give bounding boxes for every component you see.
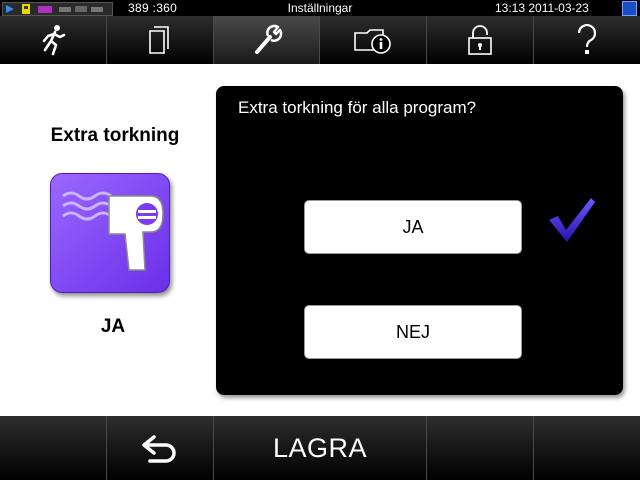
datetime: 13:13 2011-03-23	[495, 1, 589, 15]
bottom-empty-slot-2	[427, 416, 534, 480]
bottom-empty-slot-1	[0, 416, 107, 480]
question-panel: Extra torkning för alla program? JA NEJ	[216, 86, 623, 395]
folder-info-icon	[354, 29, 392, 54]
top-nav	[0, 16, 640, 64]
nav-settings-button[interactable]	[213, 16, 321, 64]
no-button[interactable]: NEJ	[304, 305, 522, 359]
nav-documents-button[interactable]	[107, 16, 214, 64]
device-icons	[59, 6, 103, 12]
feature-current-value: JA	[100, 316, 126, 337]
padlock-icon	[468, 25, 493, 55]
nav-program-button[interactable]	[0, 16, 107, 64]
yes-button[interactable]: JA	[304, 200, 522, 254]
save-button[interactable]: LAGRA	[214, 416, 427, 480]
screen-title: Inställningar	[287, 1, 353, 15]
bottom-bar: LAGRA	[0, 416, 640, 480]
nav-lock-button[interactable]	[427, 16, 535, 64]
question-text: Extra torkning för alla program?	[238, 98, 477, 117]
feature-title: Extra torkning	[50, 125, 180, 146]
battery-icon	[22, 4, 30, 14]
coordinates-readout: 389 :360	[128, 1, 178, 15]
nav-help-button[interactable]	[534, 16, 640, 64]
nav-info-button[interactable]	[320, 16, 428, 64]
help-icon	[577, 24, 597, 54]
printer-icon	[38, 6, 52, 13]
checkmark-icon	[549, 198, 595, 242]
running-person-icon	[42, 25, 66, 56]
documents-icon	[148, 26, 169, 54]
play-icon	[6, 5, 14, 13]
back-button[interactable]	[107, 416, 214, 480]
bottom-empty-slot-3	[534, 416, 640, 480]
wrench-icon	[254, 24, 282, 54]
hair-dryer-icon	[50, 173, 170, 293]
back-arrow-icon	[142, 435, 176, 463]
status-bar: 389 :360 Inställningar 13:13 2011-03-23	[0, 0, 640, 16]
network-icon	[622, 1, 637, 16]
status-icons	[2, 2, 113, 16]
